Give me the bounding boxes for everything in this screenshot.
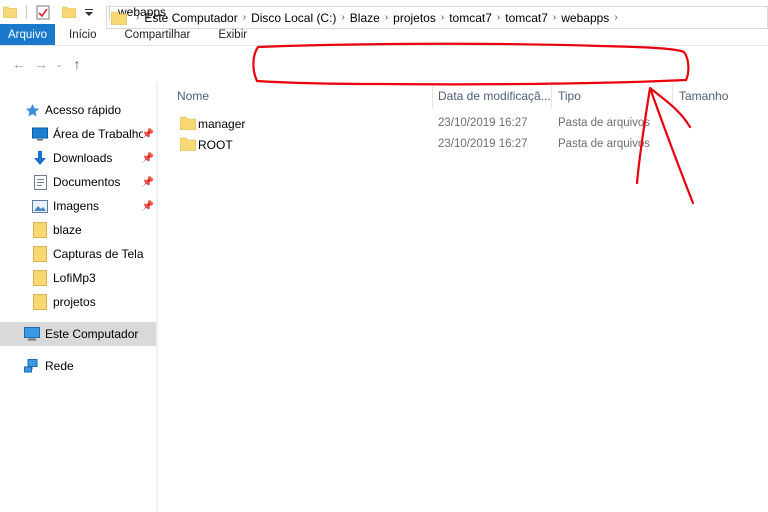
chevron-right-icon[interactable]: › — [341, 12, 344, 23]
sidebar-item-documents[interactable]: Documentos 📌 — [0, 170, 156, 194]
folder-icon — [180, 116, 196, 130]
file-name: manager — [198, 117, 246, 131]
file-row[interactable]: manager 23/10/2019 16:27 Pasta de arquiv… — [176, 113, 768, 134]
file-row[interactable]: ROOT 23/10/2019 16:27 Pasta de arquivos — [176, 134, 768, 155]
sidebar-item-label: Rede — [45, 359, 74, 373]
file-type: Pasta de arquivos — [558, 138, 651, 150]
sidebar-item-label: Capturas de Tela — [53, 247, 144, 261]
chevron-right-icon[interactable]: › — [497, 12, 500, 23]
breadcrumb-blaze[interactable]: Blaze — [350, 11, 380, 25]
sidebar-item-label: Imagens — [53, 199, 100, 213]
address-bar[interactable]: › Este Computador › Disco Local (C:) › B… — [106, 6, 768, 29]
column-header-name[interactable]: Nome — [177, 84, 209, 108]
column-header-date[interactable]: Data de modificaçã... — [438, 84, 551, 108]
up-arrow-icon[interactable]: ↑ — [66, 53, 88, 75]
column-divider[interactable] — [672, 84, 673, 108]
sidebar-item-label: Acesso rápido — [45, 103, 122, 117]
file-name: ROOT — [198, 138, 233, 152]
navigation-bar: ← → ⌄ ↑ — [0, 46, 768, 82]
sidebar-item-label: projetos — [53, 295, 96, 309]
folder-icon — [111, 11, 127, 25]
tab-home[interactable]: Início — [55, 24, 111, 45]
column-divider[interactable] — [432, 84, 433, 108]
sidebar-scrollbar[interactable] — [156, 82, 158, 512]
sidebar-item-label: Downloads — [53, 151, 113, 165]
sidebar-item-capturas[interactable]: Capturas de Tela — [0, 242, 156, 266]
sidebar-item-quick-access[interactable]: Acesso rápido — [0, 98, 156, 122]
breadcrumb-tomcat7[interactable]: tomcat7 — [449, 11, 492, 25]
sidebar-item-images[interactable]: Imagens 📌 — [0, 194, 156, 218]
chevron-right-icon[interactable]: › — [385, 12, 388, 23]
file-date: 23/10/2019 16:27 — [438, 117, 528, 129]
pin-icon[interactable]: 📌 — [142, 177, 154, 188]
new-folder-icon[interactable] — [61, 4, 77, 20]
sidebar-item-downloads[interactable]: Downloads 📌 — [0, 146, 156, 170]
star-icon — [24, 102, 40, 118]
sidebar-item-network[interactable]: Rede — [0, 354, 156, 378]
navigation-pane: Acesso rápido Área de Trabalho 📌 Downloa… — [0, 82, 160, 512]
tab-file[interactable]: Arquivo — [0, 24, 55, 45]
properties-icon[interactable] — [35, 4, 51, 20]
folder-icon — [32, 270, 48, 286]
breadcrumb-local-disk[interactable]: Disco Local (C:) — [251, 11, 336, 25]
recent-locations-chevron-icon[interactable]: ⌄ — [52, 53, 66, 75]
breadcrumb-webapps[interactable]: webapps — [561, 11, 609, 25]
chevron-right-icon[interactable]: › — [136, 12, 139, 23]
folder-icon — [32, 222, 48, 238]
chevron-right-icon[interactable]: › — [243, 12, 246, 23]
folder-icon[interactable] — [2, 4, 18, 20]
divider — [26, 5, 27, 19]
network-icon — [24, 358, 40, 374]
sidebar-item-desktop[interactable]: Área de Trabalho 📌 — [0, 122, 156, 146]
pin-icon[interactable]: 📌 — [142, 129, 154, 140]
sidebar-item-this-pc[interactable]: Este Computador — [0, 322, 156, 346]
sidebar-item-label: LofiMp3 — [53, 271, 96, 285]
file-type: Pasta de arquivos — [558, 117, 651, 129]
images-icon — [32, 198, 48, 214]
column-header-size[interactable]: Tamanho — [679, 84, 728, 108]
folder-icon — [32, 294, 48, 310]
sidebar-item-label: Este Computador — [45, 327, 139, 341]
chevron-right-icon[interactable]: › — [614, 12, 617, 23]
sidebar-item-label: Área de Trabalho — [53, 127, 143, 141]
chevron-right-icon[interactable]: › — [441, 12, 444, 23]
back-arrow-icon[interactable]: ← — [8, 53, 30, 75]
sidebar-item-lofimp3[interactable]: LofiMp3 — [0, 266, 156, 290]
breadcrumb-tomcat7-inner[interactable]: tomcat7 — [505, 11, 548, 25]
folder-icon — [32, 246, 48, 262]
breadcrumb-this-pc[interactable]: Este Computador — [144, 11, 237, 25]
forward-arrow-icon[interactable]: → — [30, 53, 52, 75]
pin-icon[interactable]: 📌 — [142, 153, 154, 164]
download-icon — [32, 150, 48, 166]
sidebar-item-projetos[interactable]: projetos — [0, 290, 156, 314]
folder-icon — [180, 137, 196, 151]
documents-icon — [32, 174, 48, 190]
computer-icon — [24, 326, 40, 342]
column-divider[interactable] — [551, 84, 552, 108]
file-date: 23/10/2019 16:27 — [438, 138, 528, 150]
breadcrumb-projetos[interactable]: projetos — [393, 11, 436, 25]
sidebar-item-label: blaze — [53, 223, 82, 237]
column-header-type[interactable]: Tipo — [558, 84, 581, 108]
desktop-icon — [32, 126, 48, 142]
chevron-right-icon[interactable]: › — [553, 12, 556, 23]
customize-dropdown-icon[interactable] — [81, 4, 97, 20]
sidebar-item-label: Documentos — [53, 175, 121, 189]
pin-icon[interactable]: 📌 — [142, 201, 154, 212]
sidebar-item-blaze[interactable]: blaze — [0, 218, 156, 242]
